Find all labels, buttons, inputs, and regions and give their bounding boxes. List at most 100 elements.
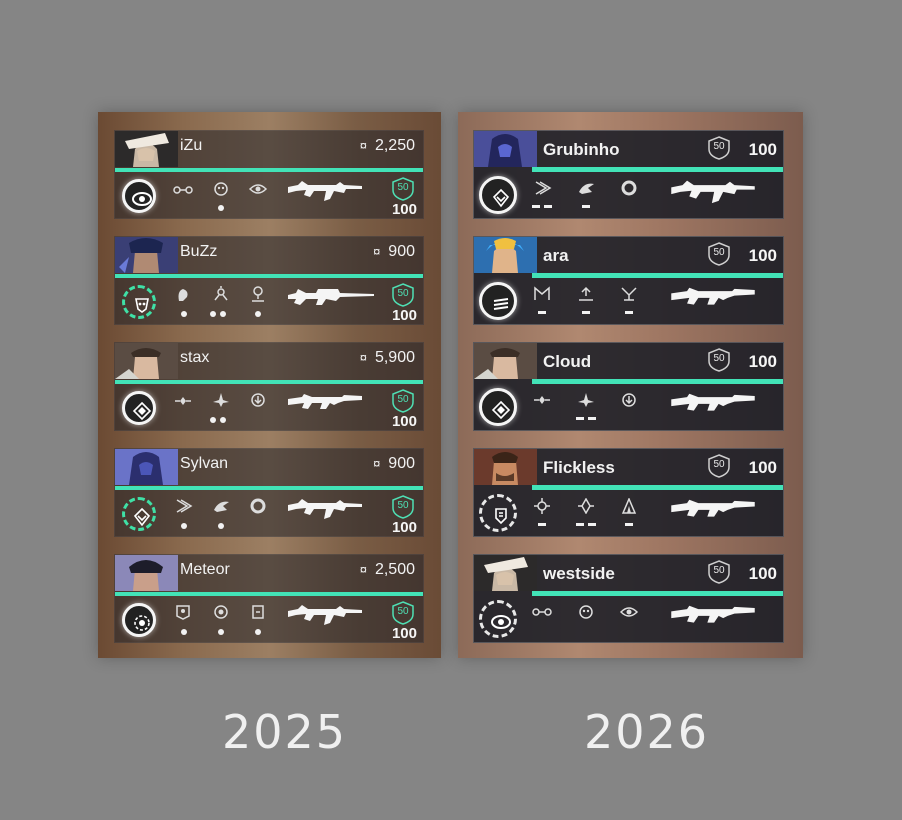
- credits-icon: ¤: [373, 244, 381, 259]
- health-value: 100: [391, 625, 417, 642]
- player-name: Sylvan: [180, 455, 229, 472]
- armor-shield-icon: 50: [708, 560, 730, 584]
- charges-pips: [218, 629, 224, 635]
- ability-shrouded-step-icon: [211, 286, 231, 302]
- charges-pips: [218, 205, 224, 211]
- charges-pips: [532, 203, 552, 209]
- armor-shield-icon: 50: [392, 283, 414, 307]
- charges-pips: [255, 311, 261, 317]
- rifle-vandal-icon: [288, 605, 362, 625]
- charges-pips: [582, 203, 590, 209]
- armor-shield-icon: 50: [392, 601, 414, 625]
- rifle-phantom-icon: [671, 605, 755, 623]
- player-name: BuZz: [180, 243, 218, 260]
- health-bar: [532, 379, 783, 384]
- ultimate-icon: [479, 494, 517, 532]
- hud-2026-panel: Grubinho 50 100 ara 50 100 Cloud 50 100: [458, 112, 803, 658]
- ultimate-icon: [122, 285, 156, 319]
- player-card: BuZz ¤ 900 50 100: [114, 236, 424, 325]
- armor-shield-icon: 50: [392, 177, 414, 201]
- credits: ¤ 2,250: [360, 137, 415, 155]
- health-bar: [532, 167, 783, 172]
- armor-value: 50: [397, 500, 409, 511]
- rifle-phantom-icon: [288, 394, 362, 409]
- health-bar: [115, 274, 423, 278]
- charges-pips: [625, 521, 633, 527]
- ability-relay-bolt-icon: [211, 498, 231, 514]
- agent-portrait: [474, 555, 537, 591]
- ultimate-icon: [122, 603, 156, 637]
- charges-pips: [181, 523, 187, 529]
- health-value: 100: [391, 307, 417, 324]
- year-label-2026: 2026: [584, 705, 710, 759]
- hud-2025-panel: iZu ¤ 2,250 50 100 BuZz ¤ 900 50 100 stax …: [98, 112, 441, 658]
- health-value: 100: [748, 140, 777, 159]
- health-value: 100: [748, 352, 777, 371]
- ability-relay-bolt-icon: [576, 180, 596, 196]
- sniper-operator-icon: [288, 289, 374, 305]
- agent-portrait: [115, 131, 178, 167]
- ability-high-gear-icon: [619, 180, 639, 196]
- player-card: stax ¤ 5,900 50 100: [114, 342, 424, 431]
- credits-icon: ¤: [373, 456, 381, 471]
- ability-paranoia-icon: [248, 286, 268, 302]
- charges-pips: [582, 309, 590, 315]
- health-value: 100: [391, 413, 417, 430]
- charges-pips: [538, 309, 546, 315]
- credits-value: 900: [388, 243, 415, 260]
- player-card: westside 50 100: [473, 554, 784, 643]
- ultimate-icon: [479, 600, 517, 638]
- health-bar: [115, 380, 423, 384]
- credits: ¤ 900: [373, 455, 415, 473]
- credits: ¤ 900: [373, 243, 415, 261]
- armor-value: 50: [713, 459, 725, 470]
- player-card: Sylvan ¤ 900 50 100: [114, 448, 424, 537]
- health-value: 100: [391, 201, 417, 218]
- ability-flashpoint-icon: [173, 393, 193, 409]
- ability-guiding-light-icon: [173, 604, 193, 620]
- armor-shield-icon: 50: [708, 454, 730, 478]
- agent-portrait: [115, 555, 178, 591]
- player-name: iZu: [180, 137, 203, 154]
- ultimate-icon: [479, 176, 517, 214]
- credits-value: 900: [388, 455, 415, 472]
- health-value: 100: [748, 246, 777, 265]
- agent-portrait: [115, 449, 178, 485]
- charges-pips: [255, 629, 261, 635]
- player-name: Grubinho: [543, 140, 620, 159]
- rifle-vandal-icon: [671, 180, 755, 204]
- ability-aftershock-icon: [619, 392, 639, 408]
- ability-stim-beacon-icon: [576, 498, 596, 514]
- ability-sonic-sensor-icon: [619, 498, 639, 514]
- credits-value: 5,900: [374, 349, 415, 366]
- charges-pips: [576, 521, 596, 527]
- credits: ¤ 2,500: [360, 561, 415, 579]
- armor-value: 50: [713, 353, 725, 364]
- ultimate-icon: [122, 179, 156, 213]
- credits-value: 2,250: [374, 137, 415, 154]
- player-name: westside: [543, 564, 615, 583]
- agent-portrait: [115, 237, 178, 273]
- charges-pips: [625, 309, 633, 315]
- player-card: Cloud 50 100: [473, 342, 784, 431]
- ability-high-gear-icon: [248, 498, 268, 514]
- armor-shield-icon: 50: [708, 136, 730, 160]
- armor-value: 50: [397, 394, 409, 405]
- player-card: Flickless 50 100: [473, 448, 784, 537]
- agent-portrait: [474, 343, 537, 379]
- ability-trapwire-icon: [173, 182, 193, 198]
- ability-haunt-icon: [173, 287, 193, 303]
- charges-pips: [218, 523, 224, 529]
- health-value: 100: [391, 519, 417, 536]
- armor-shield-icon: 50: [392, 389, 414, 413]
- credits: ¤ 5,900: [360, 349, 415, 367]
- armor-value: 50: [397, 288, 409, 299]
- charges-pips: [181, 629, 187, 635]
- armor-shield-icon: 50: [392, 495, 414, 519]
- charges-pips: [538, 521, 546, 527]
- player-card: ara 50 100: [473, 236, 784, 325]
- rifle-phantom-icon: [671, 287, 755, 305]
- ability-trailblazer-icon: [211, 604, 231, 620]
- ability-fast-lane-icon: [173, 498, 193, 514]
- health-bar: [115, 592, 423, 596]
